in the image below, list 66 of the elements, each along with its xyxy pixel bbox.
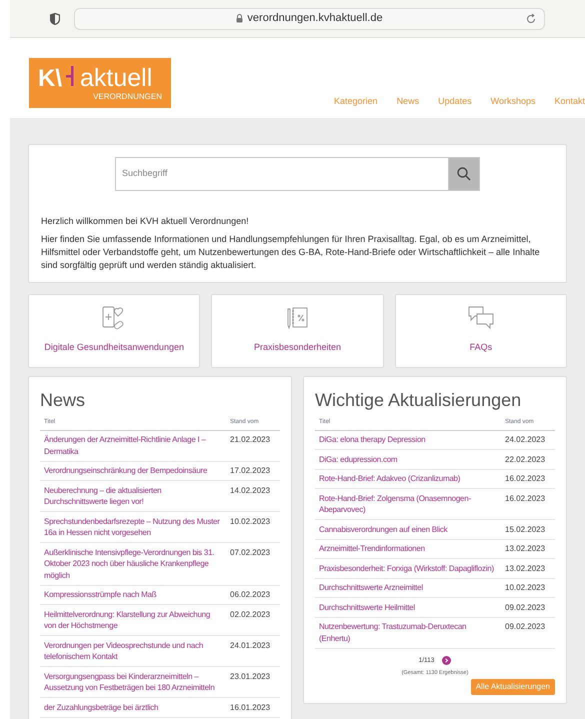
date-text: 06.02.2023 <box>230 589 272 600</box>
logo-subtitle: VERORDNUNGEN <box>93 92 162 100</box>
article-link[interactable]: Rote-Hand-Brief: Zolgensma (Onasemnogen-Abeparvovec) <box>319 492 499 516</box>
article-link[interactable]: Cannabisverordnungen auf einen Blick <box>319 524 499 535</box>
date-text: 10.02.2023 <box>505 582 546 594</box>
article-link[interactable]: Versorgungsengpass bei Kinderarzneimitteln – Aussetzung von Festbeträgen bei 180 Arzneimitteln <box>44 670 224 694</box>
article-link[interactable]: Durchschnittswerte Heilmittel <box>319 602 499 613</box>
date-text: 02.02.2023 <box>230 608 272 620</box>
article-link[interactable]: Heilmittelverordnung: Klarstellung zur Abweichung von der Höchstmenge <box>44 608 224 632</box>
date-text: 09.02.2023 <box>505 621 546 633</box>
date-text: 14.02.2023 <box>230 484 272 496</box>
article-link[interactable]: Praxisbesonderheit: Forxiga (Wirkstoff: Dapagliflozin) <box>319 562 499 574</box>
shield-icon[interactable] <box>50 12 60 24</box>
date-text: 16.01.2023 <box>230 702 272 713</box>
date-text: 16.02.2023 <box>505 492 546 504</box>
tile-label: Praxisbesonderheiten <box>254 341 342 354</box>
article-link[interactable]: DiGa: edupression.com <box>319 454 499 465</box>
article-link[interactable]: Verordnungen per Videosprechstunde und nach telefonischem Kontakt <box>44 640 224 662</box>
article-link[interactable]: Sprechstundenbedarfsrezepte – Nutzung des Muster 16a in Hessen nicht vorgesehen <box>44 516 224 538</box>
date-text: 07.02.2023 <box>230 546 272 558</box>
category-tile[interactable]: Praxisbesonderheiten <box>211 294 384 368</box>
category-tile[interactable]: FAQs <box>394 294 567 368</box>
chat-bubbles-icon <box>466 305 495 331</box>
article-link[interactable]: Verordnungseinschränkung der Bempedoinsäure <box>44 465 224 476</box>
date-text: 13.02.2023 <box>505 562 546 574</box>
lock-icon <box>236 14 244 23</box>
article-link[interactable]: Kompressionsstrümpfe nach Maß <box>44 589 224 600</box>
logo-mark: K\ <box>38 66 62 90</box>
panel-title: News <box>40 390 86 408</box>
date-text: 22.02.2023 <box>505 454 546 465</box>
date-text: 15.02.2023 <box>505 524 546 535</box>
tile-label: Digitale Gesundheitsanwendungen <box>44 341 184 354</box>
date-text: 24.02.2023 <box>505 434 546 446</box>
article-link[interactable]: Neuberechnung – die aktualisierten Durchschnittswerte liegen vor! <box>44 484 224 508</box>
url-text: verordnungen.kvhaktuell.de <box>247 11 383 26</box>
tile-label: FAQs <box>470 341 492 354</box>
intro-paragraph: Hier finden Sie umfassende Informationen und Handlungsempfehlungen für Ihren Praxisalltag. Egal, ob es um Arzneimittel, Hilfsmittel oder Verbandstoffe geht, um Nutzenbewertungen des G-BA, Rote-Hand-Briefe oder Wirtschaftlichkeit – alle Inhalte sind sorgfältig geprüft und werden ständig aktualisiert. <box>41 232 541 272</box>
article-link[interactable]: der Zuzahlungsbeträge bei ärztlich <box>44 702 224 713</box>
article-link[interactable]: Arzneimittel-Trendinformationen <box>319 543 499 554</box>
welcome-heading: Herzlich willkommen bei KVH aktuell Verordnungen! <box>41 215 250 228</box>
date-text: 13.02.2023 <box>505 543 546 554</box>
address-bar[interactable]: verordnungen.kvhaktuell.de <box>74 8 545 30</box>
article-link[interactable]: DiGa: elona therapy Depression <box>319 434 499 446</box>
search-field[interactable]: Suchbegriff <box>115 157 448 191</box>
search-icon <box>457 167 471 181</box>
date-text: 16.02.2023 <box>505 473 546 484</box>
logo-text: aktuell <box>80 66 152 90</box>
article-link[interactable]: Durchschnittswerte Arzneimittel <box>319 582 499 594</box>
date-text: 21.02.2023 <box>230 434 272 446</box>
date-text: 17.02.2023 <box>230 465 272 476</box>
next-page-button[interactable] <box>442 656 452 665</box>
panel-title: Wichtige Aktualisierungen <box>315 390 522 408</box>
search-button[interactable] <box>448 157 480 191</box>
date-text: 10.02.2023 <box>230 516 272 528</box>
date-text: 09.02.2023 <box>505 602 546 613</box>
article-link[interactable]: Rote-Hand-Brief: Adakveo (Crizanlizumab) <box>319 473 499 484</box>
date-text: 24.01.2023 <box>230 640 272 652</box>
reload-icon[interactable] <box>526 14 536 24</box>
article-link[interactable]: Außerklinische Intensivpflege-Verordnungen bis 31. Oktober 2023 noch über häusliche Krankenpflege möglich <box>44 546 224 581</box>
chevron-right-icon <box>444 658 450 663</box>
date-text: 23.01.2023 <box>230 670 272 682</box>
notebook-percent-icon <box>285 305 310 331</box>
article-link[interactable]: Änderungen der Arzneimittel-Richtlinie Anlage I – Dermatika <box>44 434 224 457</box>
article-link[interactable]: Nutzenbewertung: Trastuzumab-Deruxtecan (Enhertu) <box>319 621 499 644</box>
category-tile[interactable]: Digitale Gesundheitsanwendungen <box>28 294 200 368</box>
bar-icon <box>66 66 76 86</box>
